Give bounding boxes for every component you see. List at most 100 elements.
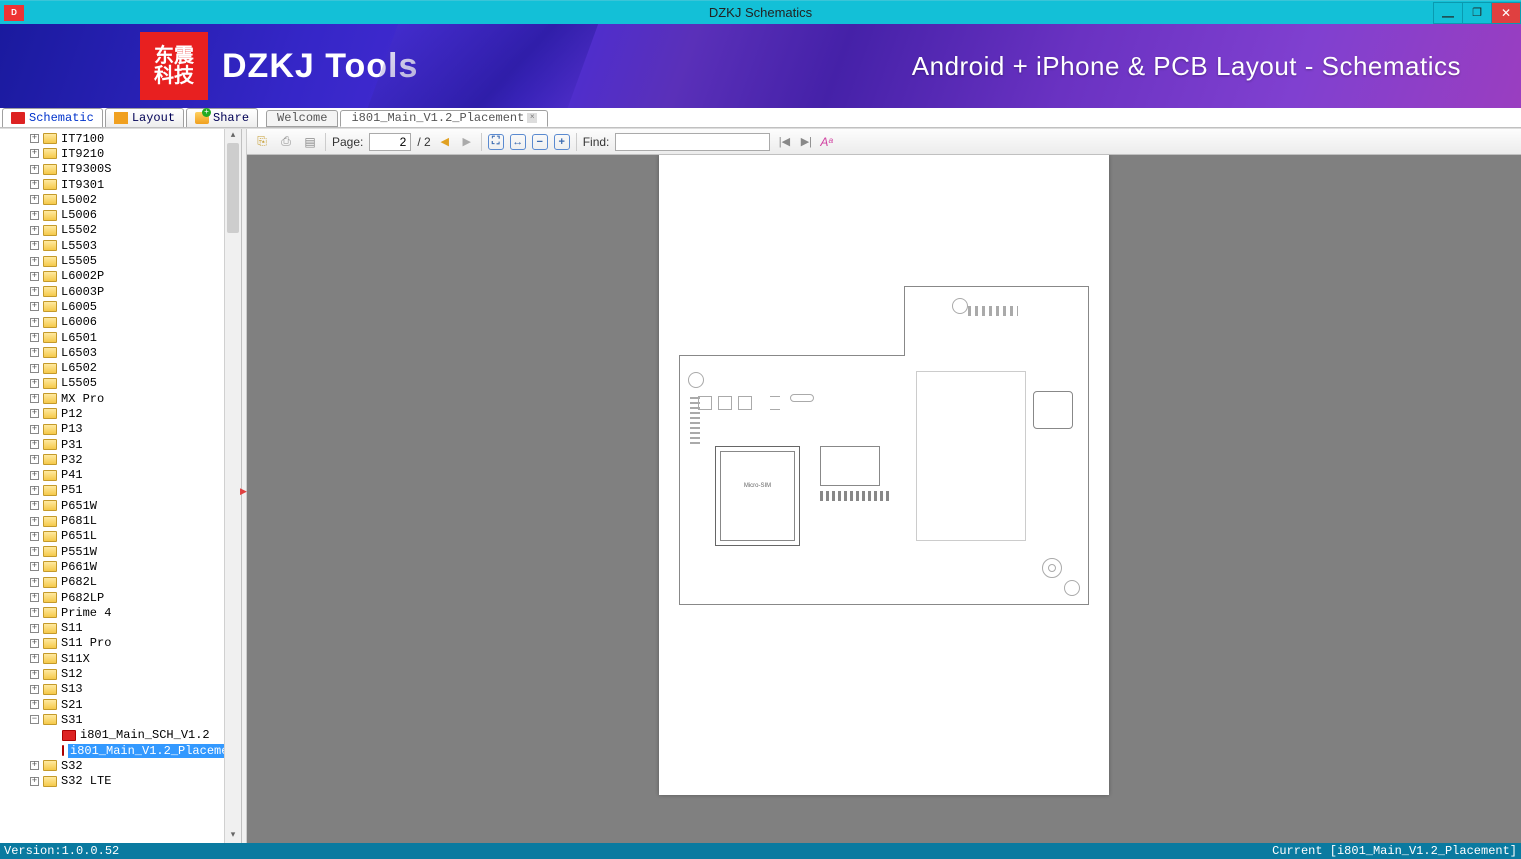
expand-icon[interactable]: +	[30, 302, 39, 311]
expand-icon[interactable]: +	[30, 180, 39, 189]
sidebar-scrollbar[interactable]: ▴ ▾	[224, 129, 241, 843]
tree-folder[interactable]: +S32	[0, 758, 224, 773]
expand-icon[interactable]: +	[30, 486, 39, 495]
print-button[interactable]	[277, 133, 295, 151]
tree-folder[interactable]: +L5505	[0, 376, 224, 391]
expand-icon[interactable]: +	[30, 654, 39, 663]
close-button[interactable]	[1491, 2, 1521, 24]
tree-file[interactable]: i801_Main_SCH_V1.2	[0, 728, 224, 743]
expand-icon[interactable]: +	[30, 547, 39, 556]
tree-folder[interactable]: +S13	[0, 682, 224, 697]
expand-icon[interactable]: +	[30, 639, 39, 648]
tree-folder[interactable]: +IT9210	[0, 146, 224, 161]
doctab-placement[interactable]: i801_Main_V1.2_Placement×	[340, 110, 548, 127]
tree-folder[interactable]: +L6501	[0, 330, 224, 345]
tree-folder[interactable]: +P681L	[0, 513, 224, 528]
expand-icon[interactable]: +	[30, 379, 39, 388]
tree-folder[interactable]: +P682LP	[0, 590, 224, 605]
expand-icon[interactable]: +	[30, 165, 39, 174]
tree-folder[interactable]: +P51	[0, 483, 224, 498]
expand-icon[interactable]: +	[30, 134, 39, 143]
tree-folder[interactable]: +S21	[0, 697, 224, 712]
tree-folder[interactable]: +P31	[0, 437, 224, 452]
expand-icon[interactable]: +	[30, 287, 39, 296]
tree-folder[interactable]: +P551W	[0, 544, 224, 559]
expand-icon[interactable]: +	[30, 455, 39, 464]
tree-folder[interactable]: +L5002	[0, 192, 224, 207]
splitter-handle[interactable]	[242, 129, 247, 843]
expand-icon[interactable]: +	[30, 777, 39, 786]
expand-icon[interactable]: +	[30, 394, 39, 403]
tree-folder[interactable]: +P12	[0, 406, 224, 421]
tree-folder[interactable]: +IT9301	[0, 177, 224, 192]
expand-icon[interactable]: +	[30, 241, 39, 250]
tree-folder[interactable]: +L6503	[0, 345, 224, 360]
tree-folder[interactable]: +L5006	[0, 207, 224, 222]
tree-folder[interactable]: +L5502	[0, 223, 224, 238]
expand-icon[interactable]: +	[30, 348, 39, 357]
fit-width-button[interactable]: ↔	[510, 134, 526, 150]
tree-folder[interactable]: +P682L	[0, 575, 224, 590]
expand-icon[interactable]: +	[30, 578, 39, 587]
scroll-up-icon[interactable]: ▴	[225, 129, 241, 143]
tree-folder[interactable]: +MX Pro	[0, 391, 224, 406]
tree-folder[interactable]: +L6006	[0, 315, 224, 330]
tree-folder[interactable]: +P41	[0, 468, 224, 483]
expand-icon[interactable]: +	[30, 624, 39, 633]
tab-schematic[interactable]: Schematic	[2, 108, 103, 127]
tree-folder[interactable]: +P661W	[0, 559, 224, 574]
next-page-button[interactable]: ▶	[459, 134, 475, 150]
find-prev-button[interactable]: |◀	[776, 135, 792, 149]
tree-folder[interactable]: +L6005	[0, 299, 224, 314]
tab-share[interactable]: Share	[186, 108, 258, 127]
tree-folder[interactable]: +S11	[0, 621, 224, 636]
expand-icon[interactable]: +	[30, 685, 39, 694]
tree-folder[interactable]: +IT7100	[0, 131, 224, 146]
expand-icon[interactable]: +	[30, 226, 39, 235]
pages-button[interactable]	[301, 133, 319, 151]
file-tree[interactable]: +IT7100+IT9210+IT9300S+IT9301+L5002+L500…	[0, 129, 224, 843]
expand-icon[interactable]: +	[30, 471, 39, 480]
tree-folder[interactable]: +Prime 4	[0, 605, 224, 620]
tree-folder[interactable]: +L5503	[0, 238, 224, 253]
text-tool-button[interactable]: Aᵃ	[820, 135, 832, 149]
expand-icon[interactable]: +	[30, 670, 39, 679]
expand-icon[interactable]: +	[30, 501, 39, 510]
expand-icon[interactable]: +	[30, 149, 39, 158]
expand-icon[interactable]: +	[30, 195, 39, 204]
tree-folder[interactable]: −S31	[0, 712, 224, 727]
tree-folder[interactable]: +L6003P	[0, 284, 224, 299]
expand-icon[interactable]: +	[30, 409, 39, 418]
expand-icon[interactable]: +	[30, 211, 39, 220]
expand-icon[interactable]: +	[30, 333, 39, 342]
expand-icon[interactable]: +	[30, 700, 39, 709]
collapse-icon[interactable]: −	[30, 715, 39, 724]
expand-icon[interactable]: +	[30, 425, 39, 434]
tree-folder[interactable]: +S12	[0, 666, 224, 681]
expand-icon[interactable]: +	[30, 761, 39, 770]
find-input[interactable]	[615, 133, 770, 151]
expand-icon[interactable]: +	[30, 272, 39, 281]
expand-icon[interactable]: +	[30, 440, 39, 449]
tab-layout[interactable]: Layout	[105, 108, 184, 127]
expand-icon[interactable]: +	[30, 318, 39, 327]
tree-folder[interactable]: +IT9300S	[0, 162, 224, 177]
tree-folder[interactable]: +P32	[0, 452, 224, 467]
tree-folder[interactable]: +S32 LTE	[0, 773, 224, 788]
page-input[interactable]	[369, 133, 411, 151]
zoom-out-button[interactable]: −	[532, 134, 548, 150]
expand-icon[interactable]: +	[30, 593, 39, 602]
scroll-down-icon[interactable]: ▾	[225, 829, 241, 843]
tree-folder[interactable]: +L6502	[0, 360, 224, 375]
tree-file[interactable]: i801_Main_V1.2_Placement	[0, 743, 224, 758]
expand-icon[interactable]: +	[30, 364, 39, 373]
tree-folder[interactable]: +L5505	[0, 253, 224, 268]
tree-folder[interactable]: +L6002P	[0, 269, 224, 284]
zoom-in-button[interactable]: +	[554, 134, 570, 150]
fit-page-button[interactable]: ⛶	[488, 134, 504, 150]
tree-folder[interactable]: +S11X	[0, 651, 224, 666]
expand-icon[interactable]: +	[30, 517, 39, 526]
scroll-thumb[interactable]	[227, 143, 239, 233]
copy-button[interactable]	[253, 133, 271, 151]
tree-folder[interactable]: +P651L	[0, 529, 224, 544]
